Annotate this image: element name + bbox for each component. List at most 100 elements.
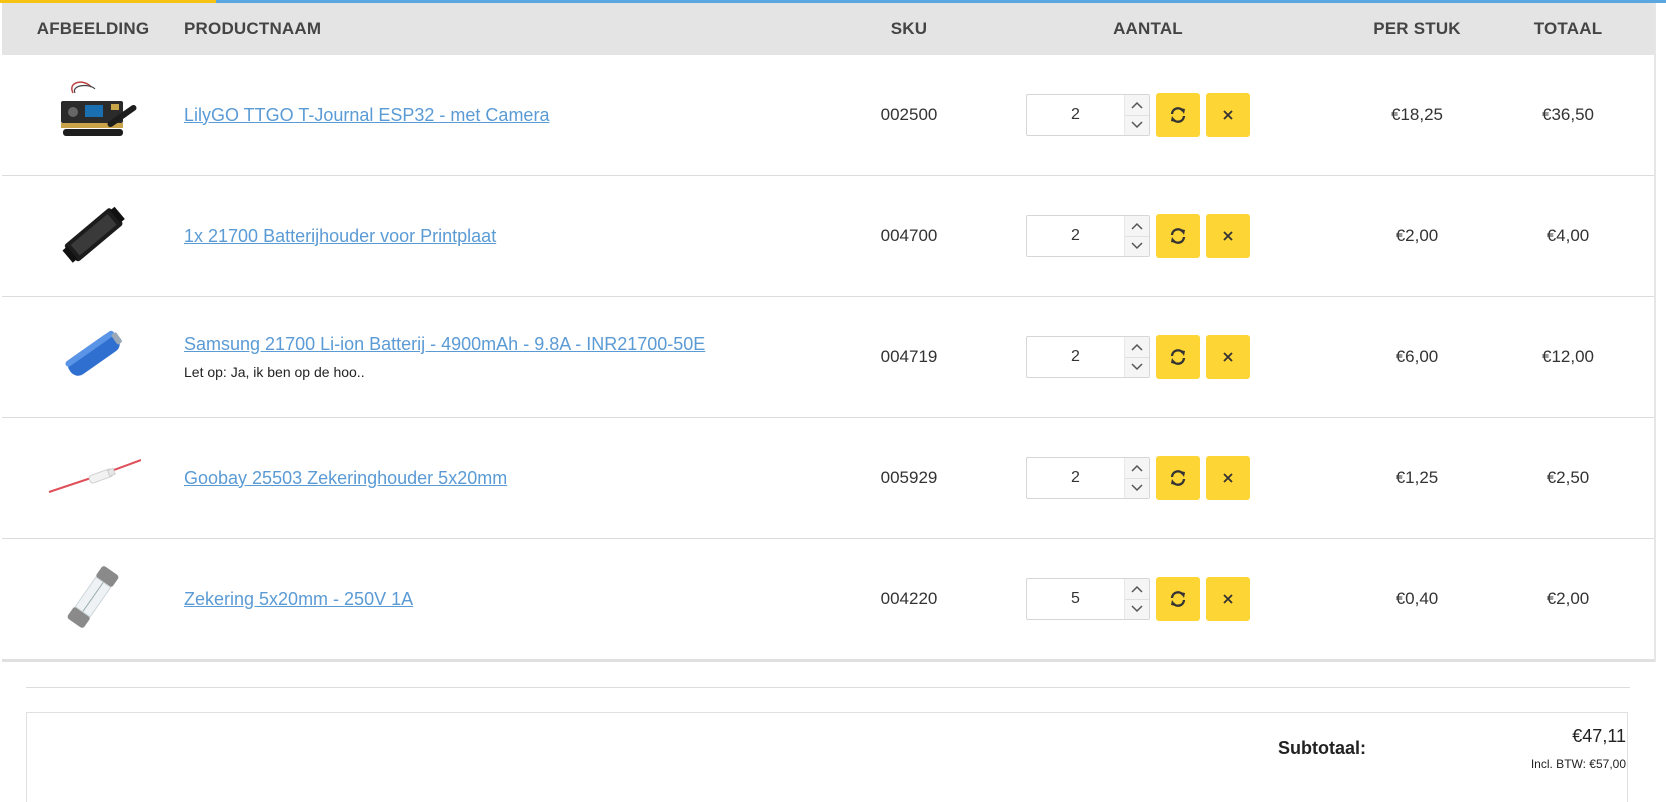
quantity-spinner [1124,458,1149,498]
product-thumbnail-cell[interactable] [2,194,184,279]
line-total: €4,00 [1546,226,1590,245]
product-image-glass-fuse[interactable] [45,557,141,637]
qty-controls: 2 [954,214,1342,258]
quantity-spinner [1124,95,1149,135]
col-header-image: AFBEELDING [36,19,150,38]
quantity-stepper[interactable]: 5 [1026,578,1150,620]
chevron-down-icon[interactable] [1125,235,1149,257]
col-header-total: TOTAAL [1533,19,1603,38]
quantity-stepper[interactable]: 2 [1026,336,1150,378]
close-icon [1223,594,1233,604]
unit-price: €0,40 [1395,589,1439,608]
product-sku: 004220 [880,589,938,608]
qty-cell: 2 [954,214,1342,258]
quantity-input[interactable]: 2 [1027,337,1124,377]
chevron-up-icon[interactable] [1125,579,1149,599]
product-link[interactable]: LilyGO TTGO T-Journal ESP32 - met Camera [184,105,549,125]
incl-vat-total: Incl. BTW: €57,00 [1530,757,1626,771]
product-link[interactable]: 1x 21700 Batterijhouder voor Printplaat [184,226,496,246]
table-row: Zekering 5x20mm - 250V 1A 004220 5 €0,40… [2,539,1654,662]
product-note: Let op: Ja, ik ben op de hoo.. [184,364,365,380]
update-quantity-button[interactable] [1156,577,1200,621]
quantity-input[interactable]: 2 [1027,95,1124,135]
unit-price: €1,25 [1395,468,1439,487]
cart-table-header: AFBEELDING PRODUCTNAAM SKU AANTAL PER ST… [2,3,1654,55]
refresh-icon [1170,107,1186,123]
remove-item-button[interactable] [1206,93,1250,137]
product-image-fuse-holder[interactable] [45,436,142,516]
product-link[interactable]: Zekering 5x20mm - 250V 1A [184,589,413,609]
close-icon [1223,473,1233,483]
product-image-li-ion-battery[interactable] [45,315,141,395]
update-quantity-button[interactable] [1156,214,1200,258]
quantity-input[interactable]: 5 [1027,579,1124,619]
table-row: 1x 21700 Batterijhouder voor Printplaat … [2,176,1654,297]
refresh-icon [1170,349,1186,365]
update-quantity-button[interactable] [1156,93,1200,137]
subtotal-value: €47,11 [1572,726,1626,746]
table-row: Samsung 21700 Li-ion Batterij - 4900mAh … [2,297,1654,418]
product-thumbnail-cell[interactable] [2,557,184,642]
product-sku: 004700 [880,226,938,245]
cart-totals-box [26,712,1628,802]
quantity-stepper[interactable]: 2 [1026,457,1150,499]
unit-price: €18,25 [1391,105,1443,124]
quantity-stepper[interactable]: 2 [1026,94,1150,136]
remove-item-button[interactable] [1206,214,1250,258]
unit-price: €2,00 [1395,226,1439,245]
refresh-icon [1170,470,1186,486]
chevron-down-icon[interactable] [1125,598,1149,620]
chevron-up-icon[interactable] [1125,216,1149,236]
product-thumbnail-cell[interactable] [2,73,184,158]
product-image-battery-holder[interactable] [45,194,141,274]
chevron-up-icon[interactable] [1125,458,1149,478]
chevron-up-icon[interactable] [1125,95,1149,115]
chevron-down-icon[interactable] [1125,114,1149,136]
close-icon [1223,352,1233,362]
product-name-cell: Goobay 25503 Zekeringhouder 5x20mm [184,468,864,489]
product-sku: 005929 [880,468,938,487]
unit-price: €6,00 [1395,347,1439,366]
qty-cell: 5 [954,577,1342,621]
remove-item-button[interactable] [1206,577,1250,621]
product-sku: 002500 [880,105,938,124]
product-sku: 004719 [880,347,938,366]
quantity-spinner [1124,337,1149,377]
chevron-down-icon[interactable] [1125,477,1149,499]
col-header-name: PRODUCTNAAM [184,19,322,38]
close-icon [1223,110,1233,120]
qty-cell: 2 [954,93,1342,137]
cart-table: AFBEELDING PRODUCTNAAM SKU AANTAL PER ST… [2,3,1656,662]
product-thumbnail-cell[interactable] [2,315,184,400]
remove-item-button[interactable] [1206,456,1250,500]
product-image-esp32-board[interactable] [45,73,141,153]
update-quantity-button[interactable] [1156,335,1200,379]
product-name-cell: Zekering 5x20mm - 250V 1A [184,589,864,610]
qty-controls: 2 [954,93,1342,137]
line-total: €2,50 [1546,468,1590,487]
quantity-input[interactable]: 2 [1027,458,1124,498]
close-icon [1223,231,1233,241]
divider [26,687,1630,688]
product-link[interactable]: Samsung 21700 Li-ion Batterij - 4900mAh … [184,334,705,354]
update-quantity-button[interactable] [1156,456,1200,500]
line-total: €2,00 [1546,589,1590,608]
table-row: Goobay 25503 Zekeringhouder 5x20mm 00592… [2,418,1654,539]
col-header-qty: AANTAL [1113,19,1183,38]
quantity-input[interactable]: 2 [1027,216,1124,256]
qty-cell: 2 [954,456,1342,500]
quantity-spinner [1124,579,1149,619]
qty-controls: 2 [954,456,1342,500]
qty-controls: 5 [954,577,1342,621]
chevron-down-icon[interactable] [1125,356,1149,378]
refresh-icon [1170,591,1186,607]
remove-item-button[interactable] [1206,335,1250,379]
quantity-stepper[interactable]: 2 [1026,215,1150,257]
col-header-sku: SKU [890,19,928,38]
product-link[interactable]: Goobay 25503 Zekeringhouder 5x20mm [184,468,507,488]
qty-cell: 2 [954,335,1342,379]
line-total: €12,00 [1542,347,1594,366]
product-thumbnail-cell[interactable] [2,436,184,521]
qty-controls: 2 [954,335,1342,379]
chevron-up-icon[interactable] [1125,337,1149,357]
